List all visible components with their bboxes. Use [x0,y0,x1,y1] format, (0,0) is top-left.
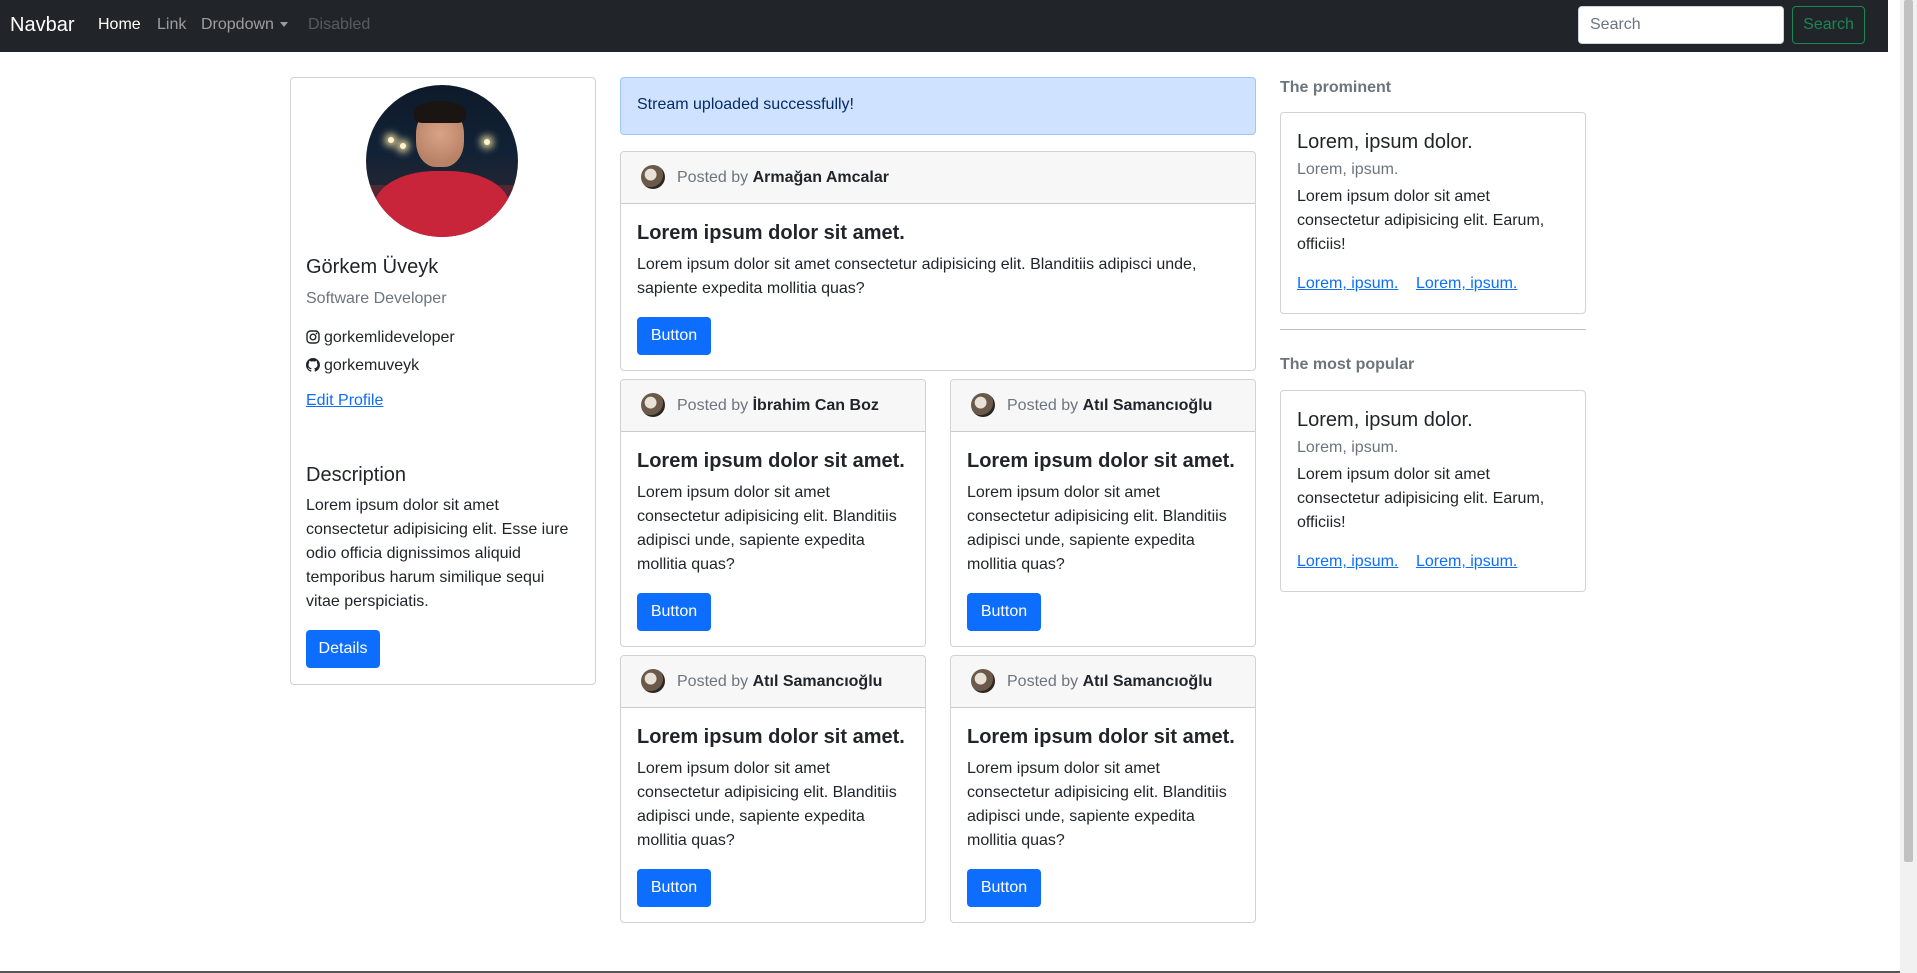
vertical-scrollbar[interactable] [1900,0,1917,973]
post-header: Posted by İbrahim Can Boz [621,380,925,432]
post-card: Posted by Atıl Samancıoğlu Lorem ipsum d… [950,379,1256,647]
profile-name: Görkem Üveyk [306,256,439,278]
post-author: Posted by Atıl Samancıoğlu [677,673,882,691]
post-button[interactable]: Button [637,593,711,631]
author-avatar [971,669,995,693]
search-button[interactable]: Search [1792,6,1865,44]
post-card: Posted by Atıl Samancıoğlu Lorem ipsum d… [950,655,1256,923]
post-button[interactable]: Button [637,869,711,907]
edit-profile-link[interactable]: Edit Profile [306,392,383,410]
post-text: Lorem ipsum dolor sit amet consectetur a… [967,760,1227,849]
post-text: Lorem ipsum dolor sit amet consectetur a… [637,256,1197,297]
post-header: Posted by Atıl Samancıoğlu [621,656,925,708]
nav-link-disabled: Disabled [308,16,371,33]
side-card-link[interactable]: Lorem, ipsum. [1297,553,1398,571]
post-button[interactable]: Button [967,593,1041,631]
author-name[interactable]: İbrahim Can Boz [753,397,879,414]
github-username: gorkemuveyk [324,357,420,374]
posted-by-label: Posted by [1007,397,1079,414]
author-avatar [971,393,995,417]
profile-role: Software Developer [306,290,447,307]
nav-dropdown-label: Dropdown [201,16,274,33]
post-text: Lorem ipsum dolor sit amet consectetur a… [637,760,897,849]
instagram-handle: gorkemlideveloper [306,329,455,347]
profile-avatar [366,85,518,237]
author-name[interactable]: Atıl Samancıoğlu [1083,397,1213,414]
description-title: Description [306,464,407,486]
description-text: Lorem ipsum dolor sit amet consectetur a… [306,497,569,610]
upload-success-alert: Stream uploaded successfully! [620,77,1256,135]
posted-by-label: Posted by [1007,673,1079,690]
side-card-title: Lorem, ipsum dolor. [1297,131,1473,153]
scrollbar-thumb[interactable] [1904,0,1913,862]
popular-card: Lorem, ipsum dolor. Lorem, ipsum. Lorem … [1280,390,1586,592]
prominent-card: Lorem, ipsum dolor. Lorem, ipsum. Lorem … [1280,112,1586,314]
post-author: Posted by Atıl Samancıoğlu [1007,673,1212,691]
side-card-title: Lorem, ipsum dolor. [1297,409,1473,431]
side-card-text: Lorem ipsum dolor sit amet consectetur a… [1297,188,1545,253]
post-button[interactable]: Button [967,869,1041,907]
posted-by-label: Posted by [677,673,749,690]
author-avatar [641,669,665,693]
post-text: Lorem ipsum dolor sit amet consectetur a… [967,484,1227,573]
author-name[interactable]: Atıl Samancıoğlu [1083,673,1213,690]
post-title: Lorem ipsum dolor sit amet. [637,450,905,472]
side-card-text: Lorem ipsum dolor sit amet consectetur a… [1297,466,1545,531]
posted-by-label: Posted by [677,169,749,186]
navbar-brand[interactable]: Navbar [10,14,74,37]
side-card-link[interactable]: Lorem, ipsum. [1416,275,1517,293]
nav-dropdown[interactable]: Dropdown [201,16,288,34]
author-name[interactable]: Armağan Amcalar [753,169,889,186]
github-handle: gorkemuveyk [306,357,419,375]
posted-by-label: Posted by [677,397,749,414]
nav-link-link[interactable]: Link [157,16,186,34]
post-author: Posted by Armağan Amcalar [677,169,889,187]
instagram-icon [306,330,320,344]
side-card-subtitle: Lorem, ipsum. [1297,439,1399,456]
sidebar-divider [1280,329,1586,330]
author-avatar [641,165,665,189]
prominent-heading: The prominent [1280,79,1392,96]
alert-message: Stream uploaded successfully! [637,96,854,113]
side-card-link[interactable]: Lorem, ipsum. [1297,275,1398,293]
post-card: Posted by İbrahim Can Boz Lorem ipsum do… [620,379,926,647]
post-text: Lorem ipsum dolor sit amet consectetur a… [637,484,897,573]
popular-heading: The most popular [1280,356,1415,373]
search-input[interactable] [1578,6,1784,44]
post-author: Posted by Atıl Samancıoğlu [1007,397,1212,415]
side-card-subtitle: Lorem, ipsum. [1297,161,1399,178]
post-title: Lorem ipsum dolor sit amet. [967,450,1235,472]
github-icon [306,358,320,372]
post-title: Lorem ipsum dolor sit amet. [967,726,1235,748]
post-header: Posted by Atıl Samancıoğlu [951,656,1255,708]
post-button[interactable]: Button [637,317,711,355]
post-card: Posted by Atıl Samancıoğlu Lorem ipsum d… [620,655,926,923]
post-title: Lorem ipsum dolor sit amet. [637,726,905,748]
post-header: Posted by Armağan Amcalar [621,152,1255,204]
post-header: Posted by Atıl Samancıoğlu [951,380,1255,432]
post-card: Posted by Armağan Amcalar Lorem ipsum do… [620,151,1256,371]
post-author: Posted by İbrahim Can Boz [677,397,879,415]
side-card-link[interactable]: Lorem, ipsum. [1416,553,1517,571]
post-title: Lorem ipsum dolor sit amet. [637,222,905,244]
caret-down-icon [279,22,288,28]
nav-link-home[interactable]: Home [98,16,141,34]
author-avatar [641,393,665,417]
author-name[interactable]: Atıl Samancıoğlu [753,673,883,690]
details-button[interactable]: Details [306,630,380,668]
instagram-username: gorkemlideveloper [324,329,455,346]
navbar: Navbar Home Link Dropdown Disabled Searc… [0,0,1888,52]
